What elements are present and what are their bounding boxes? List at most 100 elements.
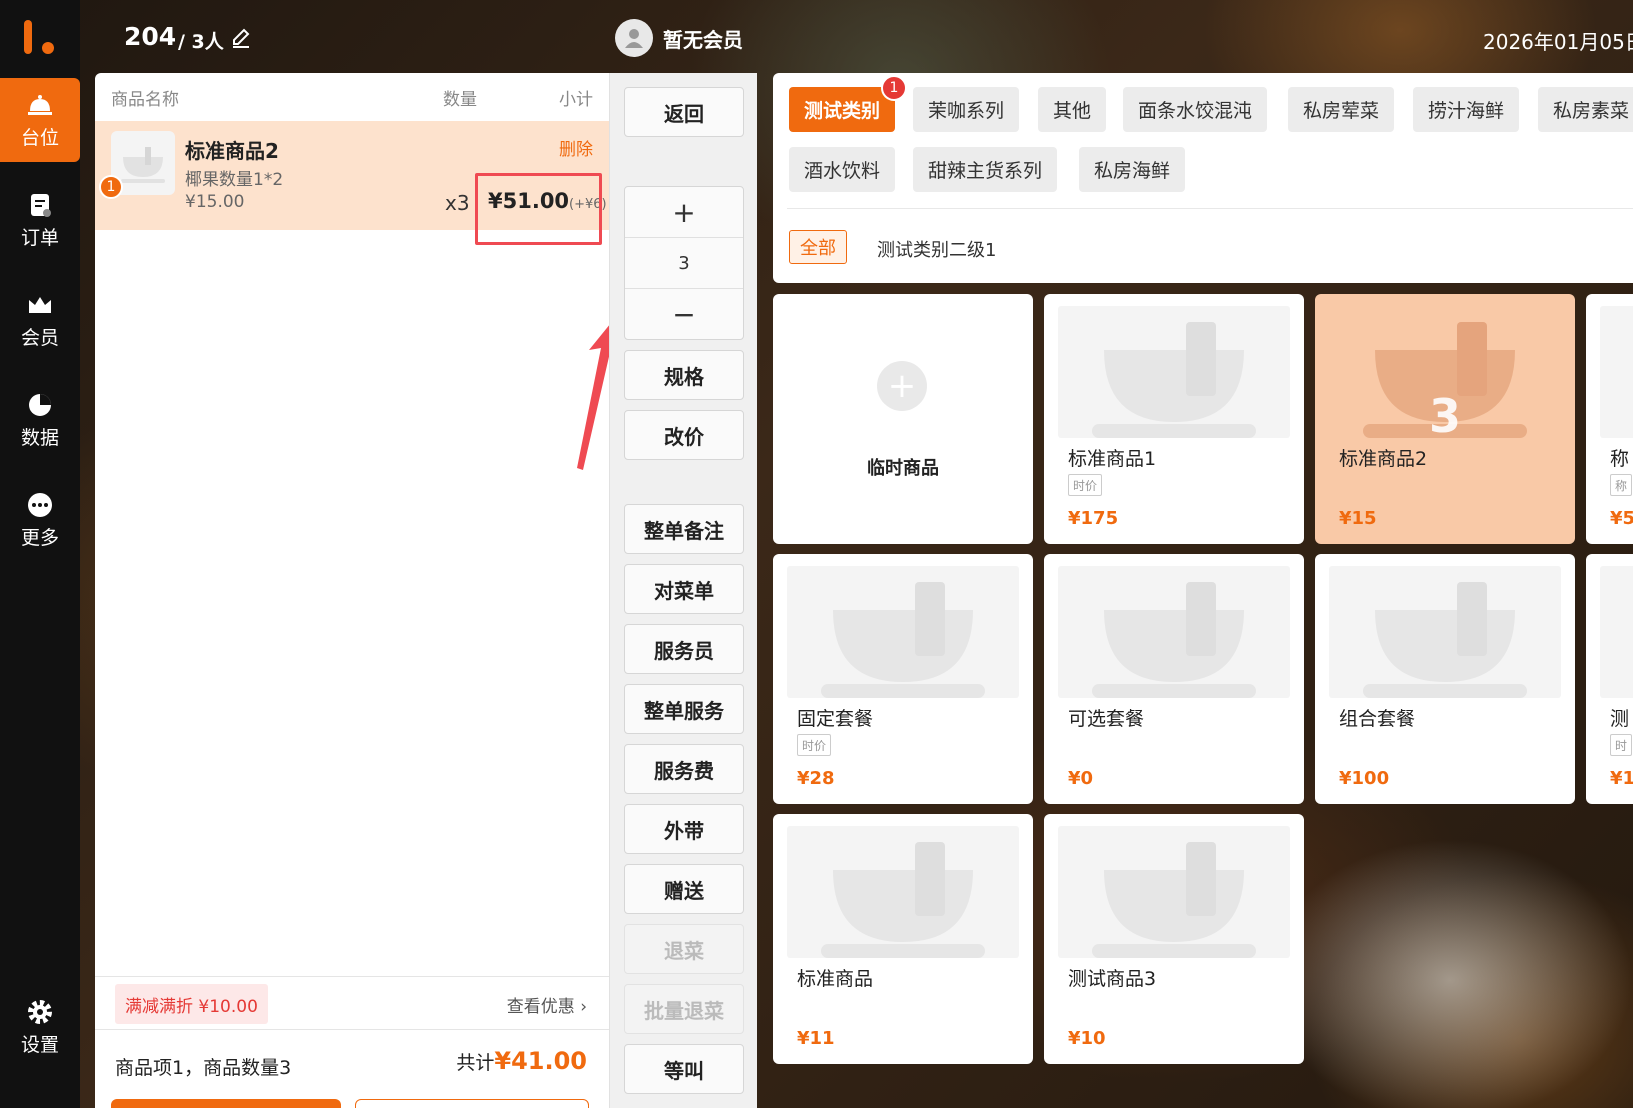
category-tab[interactable]: 私房素菜 bbox=[1538, 87, 1633, 132]
quantity-stepper: + 3 − bbox=[624, 186, 744, 340]
product-card[interactable]: 可选套餐 ¥0 bbox=[1044, 554, 1304, 804]
product-card[interactable]: 测试商品3 ¥10 bbox=[1044, 814, 1304, 1064]
product-card[interactable]: 标准商品1 时价 ¥175 bbox=[1044, 294, 1304, 544]
category-tab[interactable]: 捞汁海鲜 bbox=[1413, 87, 1520, 132]
nav-item-orders[interactable]: 订单 bbox=[0, 178, 80, 262]
product-image bbox=[1058, 306, 1290, 438]
increase-button[interactable]: + bbox=[625, 187, 743, 238]
nav-item-data[interactable]: 数据 bbox=[0, 378, 80, 462]
order-icon bbox=[31, 193, 51, 217]
member-label: 暂无会员 bbox=[663, 27, 743, 52]
product-card[interactable]: 组合套餐 ¥100 bbox=[1315, 554, 1575, 804]
product-name: 临时商品 bbox=[867, 458, 939, 479]
category-tab[interactable]: 茉咖系列 bbox=[913, 87, 1020, 132]
nav-label: 订单 bbox=[20, 226, 59, 249]
product-card-temp[interactable]: + 临时商品 bbox=[773, 294, 1033, 544]
nav-item-members[interactable]: 会员 bbox=[0, 278, 80, 362]
product-card[interactable]: 固定套餐 时价 ¥28 bbox=[773, 554, 1033, 804]
gear-icon bbox=[28, 999, 52, 1024]
category-tab[interactable]: 面条水饺混沌 bbox=[1123, 87, 1268, 132]
member-selector[interactable]: 暂无会员 bbox=[615, 19, 743, 57]
nav-label: 更多 bbox=[20, 526, 59, 549]
seat-badge: 1 bbox=[99, 175, 123, 199]
product-price: ¥175 bbox=[1068, 508, 1119, 529]
cup-placeholder-icon bbox=[1092, 582, 1256, 698]
category-tab[interactable]: 私房海鲜 bbox=[1079, 147, 1186, 192]
order-header: 商品名称 数量 小计 bbox=[95, 73, 609, 121]
nav-item-tables[interactable]: 台位 bbox=[0, 78, 80, 162]
product-card[interactable]: 测 时 ¥1 bbox=[1586, 554, 1633, 804]
product-card[interactable]: 称 称 ¥5 bbox=[1586, 294, 1633, 544]
pie-chart-icon bbox=[29, 393, 51, 416]
product-price: ¥0 bbox=[1068, 768, 1094, 789]
nav-label: 台位 bbox=[20, 126, 59, 149]
nav-item-more[interactable]: 更多 bbox=[0, 478, 80, 562]
subcategory-item[interactable]: 测试类别二级1 bbox=[877, 236, 996, 262]
cup-placeholder-icon bbox=[1092, 322, 1256, 438]
order-note-button[interactable]: 整单备注 bbox=[624, 504, 744, 554]
category-tab[interactable]: 测试类别 1 bbox=[789, 75, 908, 132]
waiter-button[interactable]: 服务员 bbox=[624, 624, 744, 674]
product-price: ¥100 bbox=[1339, 768, 1390, 789]
product-grid: + 临时商品 标准商品1 时价 ¥175 3 标准商品2 ¥15 称 称 ¥5 … bbox=[773, 294, 1633, 1094]
more-icon bbox=[28, 492, 52, 517]
product-name: 标准商品 bbox=[797, 968, 874, 990]
product-price: ¥5 bbox=[1610, 508, 1633, 529]
user-icon bbox=[625, 29, 643, 48]
plus-icon: + bbox=[877, 361, 927, 411]
price-tag: 时价 bbox=[797, 734, 832, 756]
spec-button[interactable]: 规格 bbox=[624, 350, 744, 400]
product-name: 固定套餐 bbox=[797, 708, 874, 730]
quantity-value[interactable]: 3 bbox=[625, 238, 743, 289]
wait-call-button[interactable]: 等叫 bbox=[624, 1044, 744, 1094]
col-qty: 数量 bbox=[443, 89, 477, 110]
product-image bbox=[1329, 566, 1561, 698]
col-subtotal: 小计 bbox=[559, 89, 593, 110]
col-name: 商品名称 bbox=[111, 89, 179, 110]
product-image bbox=[787, 826, 1019, 958]
cup-placeholder-icon bbox=[1092, 842, 1256, 958]
total-value: ¥41.00 bbox=[494, 1047, 587, 1075]
guest-count: / 3人 bbox=[178, 31, 224, 53]
item-spec: 椰果数量1*2 bbox=[185, 170, 284, 190]
divider bbox=[787, 208, 1633, 209]
item-unit-price: ¥15.00 bbox=[185, 192, 245, 212]
delete-button[interactable]: 删除 bbox=[559, 135, 593, 160]
product-name: 组合套餐 bbox=[1339, 708, 1416, 730]
product-image bbox=[1058, 826, 1290, 958]
promo-link-label: 查看优惠 bbox=[506, 997, 575, 1017]
batch-return-button[interactable]: 批量退菜 bbox=[624, 984, 744, 1034]
reprice-button[interactable]: 改价 bbox=[624, 410, 744, 460]
secondary-action-button[interactable] bbox=[355, 1099, 589, 1108]
product-card[interactable]: 标准商品 ¥11 bbox=[773, 814, 1033, 1064]
category-tab[interactable]: 甜辣主货系列 bbox=[913, 147, 1058, 192]
product-name: 测 bbox=[1610, 708, 1630, 730]
product-card-selected[interactable]: 3 标准商品2 ¥15 bbox=[1315, 294, 1575, 544]
gift-button[interactable]: 赠送 bbox=[624, 864, 744, 914]
product-name: 标准商品2 bbox=[1339, 448, 1428, 470]
table-number: 204 bbox=[124, 22, 177, 51]
chevron-right-icon: › bbox=[580, 997, 587, 1017]
edit-icon[interactable] bbox=[230, 27, 252, 49]
avatar bbox=[615, 19, 653, 57]
decrease-button[interactable]: − bbox=[625, 289, 743, 340]
order-total: 共计¥41.00 bbox=[456, 1047, 587, 1075]
product-price: ¥15 bbox=[1339, 508, 1377, 529]
back-button[interactable]: 返回 bbox=[624, 87, 744, 137]
nav-item-settings[interactable]: 设置 bbox=[0, 985, 80, 1069]
takeaway-button[interactable]: 外带 bbox=[624, 804, 744, 854]
view-discount-link[interactable]: 查看优惠 › bbox=[507, 992, 587, 1017]
category-tab[interactable]: 其他 bbox=[1038, 87, 1107, 132]
category-tab[interactable]: 酒水饮料 bbox=[789, 147, 896, 192]
subcategory-all[interactable]: 全部 bbox=[789, 230, 847, 264]
category-tab[interactable]: 私房荤菜 bbox=[1288, 87, 1395, 132]
primary-action-button[interactable] bbox=[111, 1099, 341, 1108]
return-dish-button[interactable]: 退菜 bbox=[624, 924, 744, 974]
service-fee-button[interactable]: 服务费 bbox=[624, 744, 744, 794]
order-service-button[interactable]: 整单服务 bbox=[624, 684, 744, 734]
item-qty: x3 bbox=[445, 191, 470, 215]
price-tag: 时 bbox=[1610, 734, 1633, 756]
order-panel: 商品名称 数量 小计 1 标准商品2 椰果数量1*2 ¥15.00 删除 x3 … bbox=[95, 73, 621, 1108]
category-label: 测试类别 bbox=[804, 100, 881, 122]
check-menu-button[interactable]: 对菜单 bbox=[624, 564, 744, 614]
